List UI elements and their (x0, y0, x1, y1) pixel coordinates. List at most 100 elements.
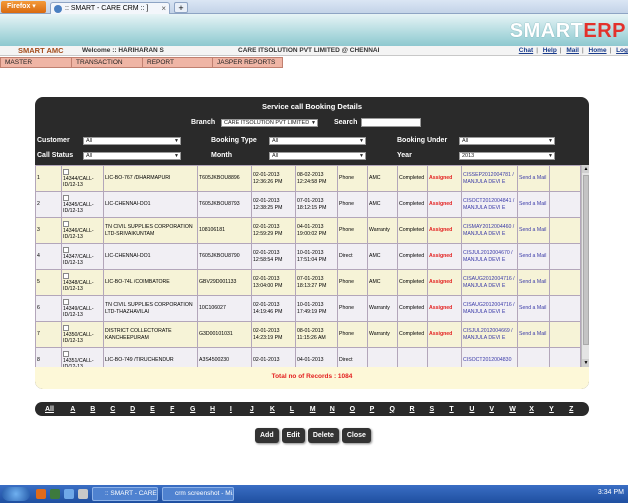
send-mail-link[interactable]: Send a Mail (517, 269, 550, 296)
taskbar-item-browser[interactable]: :: SMART - CARE C... (92, 487, 158, 501)
row-checkbox[interactable] (63, 246, 69, 253)
add-button[interactable]: Add (255, 428, 279, 443)
scroll-down-icon[interactable]: ▼ (582, 359, 589, 367)
menu-report[interactable]: REPORT (143, 58, 213, 67)
row-checkbox[interactable] (63, 194, 69, 201)
quicklaunch-icon[interactable] (64, 489, 74, 499)
table-row[interactable]: 7 14350/CALL-ID/12-13 DISTRICT COLLECTORAT… (35, 321, 581, 348)
alpha-filter-l[interactable]: L (290, 406, 310, 413)
new-tab-button[interactable]: + (174, 2, 188, 13)
booked-date-cell: 02-01-2013 14:19:46 PM (251, 295, 296, 322)
alpha-filter-g[interactable]: G (190, 406, 210, 413)
alpha-filter-r[interactable]: R (410, 406, 430, 413)
send-mail-link[interactable]: Send a Mail (517, 217, 550, 244)
send-mail-link[interactable] (517, 347, 550, 367)
menu-jasper-reports[interactable]: JASPER REPORTS (213, 58, 282, 67)
row-number-cell: 3 (35, 217, 62, 244)
alpha-filter-d[interactable]: D (130, 406, 150, 413)
status-cell: Completed (397, 269, 428, 296)
row-checkbox[interactable] (63, 272, 69, 279)
firefox-menu-button[interactable]: Firefox ▾ (1, 1, 46, 13)
alpha-filter-x[interactable]: X (529, 406, 549, 413)
call-status-select[interactable]: All ▼ (83, 152, 181, 160)
booked-date-cell: 02-01-2013 12:36:26 PM (251, 165, 296, 192)
start-button[interactable] (2, 487, 30, 501)
booking-type-select[interactable]: All ▼ (269, 137, 366, 145)
row-number-cell: 7 (35, 321, 62, 348)
alpha-filter-f[interactable]: F (170, 406, 190, 413)
booking-under-select[interactable]: All ▼ (459, 137, 555, 145)
logout-link[interactable]: Log (616, 47, 628, 54)
table-row[interactable]: 8 14351/CALL-ID/12-13 LIC-BO-749 /TIRUCHEN… (35, 347, 581, 367)
table-row[interactable]: 4 14347/CALL-ID/12-13 LIC-CHENNAI-DO1 T605J… (35, 243, 581, 270)
send-mail-link[interactable]: Send a Mail (517, 243, 550, 270)
closed-date-cell: 04-01-2013 19:00:02 PM (295, 217, 338, 244)
row-checkbox[interactable] (63, 168, 69, 175)
alpha-filter-s[interactable]: S (429, 406, 449, 413)
table-row[interactable]: 5 14348/CALL-ID/12-13 LIC-BO-74L /COIMBATO… (35, 269, 581, 296)
alpha-filter-i[interactable]: I (230, 406, 250, 413)
mode-cell: Direct (337, 243, 368, 270)
scroll-thumb[interactable] (583, 175, 589, 345)
quicklaunch-icon[interactable] (50, 489, 60, 499)
alpha-filter-o[interactable]: O (350, 406, 370, 413)
alpha-filter-m[interactable]: M (310, 406, 330, 413)
send-mail-link[interactable]: Send a Mail (517, 295, 550, 322)
alpha-filter-h[interactable]: H (210, 406, 230, 413)
company-name: CARE ITSOLUTION PVT LIMITED @ CHENNAI (238, 47, 380, 54)
alpha-filter-u[interactable]: U (469, 406, 489, 413)
alpha-filter-w[interactable]: W (509, 406, 529, 413)
customer-select[interactable]: All ▼ (83, 137, 181, 145)
mail-link[interactable]: Mail (566, 47, 579, 54)
close-icon[interactable]: × (161, 3, 166, 14)
taskbar-item-paint[interactable]: crm screenshot - Mi... (162, 487, 234, 501)
home-link[interactable]: Home (589, 47, 607, 54)
firefox-icon[interactable] (36, 489, 46, 499)
help-link[interactable]: Help (543, 47, 557, 54)
branch-select[interactable]: CARE ITSOLUTION PVT LIMITED ▼ (221, 119, 318, 127)
close-button[interactable]: Close (341, 428, 371, 443)
alpha-filter-b[interactable]: B (90, 406, 110, 413)
month-select[interactable]: All ▼ (269, 152, 366, 160)
customer-cell: LIC-CHENNAI-DO1 (103, 191, 198, 218)
row-checkbox[interactable] (63, 350, 69, 357)
taskbar: :: SMART - CARE C... crm screenshot - Mi… (0, 485, 628, 503)
row-checkbox[interactable] (63, 324, 69, 331)
alpha-filter-all[interactable]: All (45, 406, 70, 413)
send-mail-link[interactable]: Send a Mail (517, 191, 550, 218)
alpha-filter-j[interactable]: J (250, 406, 270, 413)
table-row[interactable]: 1 14344/CALL-ID/12-13 LIC-BO-767 /DHARMAPU… (35, 165, 581, 192)
year-select[interactable]: 2013 ▼ (459, 152, 555, 160)
alpha-filter-y[interactable]: Y (549, 406, 569, 413)
alpha-filter-n[interactable]: N (330, 406, 350, 413)
grid-scrollbar[interactable]: ▲ ▼ (581, 165, 589, 367)
table-row[interactable]: 2 14345/CALL-ID/12-13 LIC-CHENNAI-DO1 T605J… (35, 191, 581, 218)
alpha-filter-v[interactable]: V (489, 406, 509, 413)
send-mail-link[interactable]: Send a Mail (517, 165, 550, 192)
quicklaunch-icon[interactable] (78, 489, 88, 499)
table-row[interactable]: 6 14349/CALL-ID/12-13 TN CIVIL SUPPLIES CO… (35, 295, 581, 322)
alpha-filter-z[interactable]: Z (569, 406, 589, 413)
panel-footer: Total no of Records : 1084 (35, 367, 589, 389)
alpha-filter-k[interactable]: K (270, 406, 290, 413)
row-checkbox[interactable] (63, 298, 69, 305)
table-row[interactable]: 3 14346/CALL-ID/12-13 TN CIVIL SUPPLIES CO… (35, 217, 581, 244)
menu-transaction[interactable]: TRANSACTION (72, 58, 143, 67)
menu-master[interactable]: MASTER (1, 58, 72, 67)
contract-type-cell (367, 347, 398, 367)
browser-tab[interactable]: :: SMART - CARE CRM :: ] × (50, 2, 170, 14)
alpha-filter-c[interactable]: C (110, 406, 130, 413)
alpha-filter-e[interactable]: E (150, 406, 170, 413)
send-mail-link[interactable]: Send a Mail (517, 321, 550, 348)
alpha-filter-q[interactable]: Q (390, 406, 410, 413)
alpha-filter-p[interactable]: P (370, 406, 390, 413)
mode-cell: Phone (337, 269, 368, 296)
alpha-filter-t[interactable]: T (449, 406, 469, 413)
delete-button[interactable]: Delete (307, 428, 339, 443)
row-checkbox[interactable] (63, 220, 69, 227)
chat-link[interactable]: Chat (519, 47, 533, 54)
alpha-filter-a[interactable]: A (70, 406, 90, 413)
scroll-up-icon[interactable]: ▲ (582, 165, 589, 173)
edit-button[interactable]: Edit (281, 428, 305, 443)
search-input[interactable] (361, 118, 421, 127)
